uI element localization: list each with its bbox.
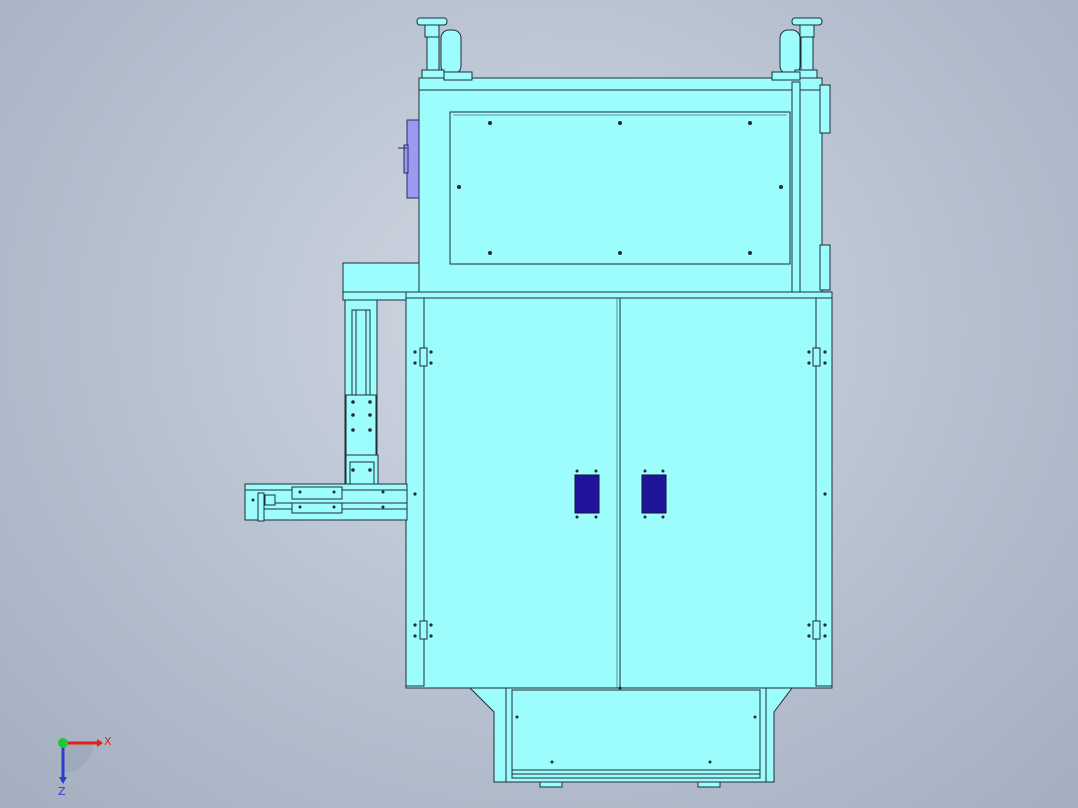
z-axis-arrow bbox=[59, 777, 67, 784]
cad-viewport[interactable]: X Z bbox=[0, 0, 1078, 808]
y-axis-dot bbox=[58, 738, 68, 748]
machine-assembly-drawing[interactable]: X Z bbox=[0, 0, 1078, 808]
lower-cabinet[interactable] bbox=[405, 291, 833, 689]
door-latch-right[interactable] bbox=[641, 474, 667, 514]
machine-assembly bbox=[244, 17, 833, 788]
x-axis-label: X bbox=[104, 735, 112, 748]
z-axis-label: Z bbox=[58, 785, 66, 798]
coordinate-triad: X Z bbox=[58, 735, 112, 798]
base-drawer[interactable] bbox=[468, 687, 793, 788]
door-latch-left[interactable] bbox=[574, 474, 600, 514]
side-handle[interactable] bbox=[398, 119, 420, 199]
lifting-eye-right[interactable] bbox=[779, 17, 823, 79]
lifting-eye-left[interactable] bbox=[416, 17, 462, 79]
inspection-panel bbox=[449, 111, 791, 265]
vertical-linear-module[interactable] bbox=[344, 299, 379, 516]
horizontal-linear-module[interactable] bbox=[244, 483, 408, 522]
x-axis-arrow bbox=[97, 739, 103, 747]
upper-housing[interactable] bbox=[418, 71, 831, 293]
